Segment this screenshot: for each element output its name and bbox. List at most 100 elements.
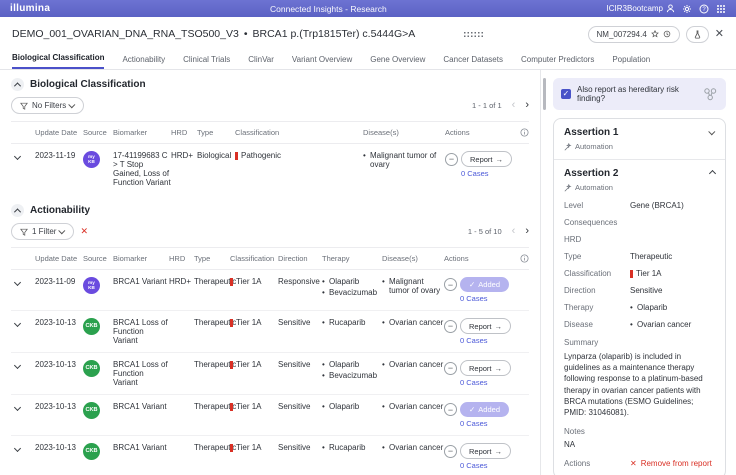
clear-filter-icon[interactable]: ✕ xyxy=(80,226,88,237)
close-icon[interactable]: ✕ xyxy=(715,29,724,40)
expand-row-button[interactable] xyxy=(15,320,22,327)
actions-label: Actions xyxy=(564,459,630,468)
report-button[interactable]: Report→ xyxy=(460,318,511,334)
automation-badge: Automation xyxy=(564,142,715,151)
table-row: 2023-10-13 CKB BRCA1 Loss of Function Va… xyxy=(11,353,529,395)
info-icon[interactable] xyxy=(520,128,529,137)
star-icon[interactable] xyxy=(651,30,659,38)
app-grid-icon[interactable] xyxy=(716,4,726,14)
tab-biological-classification[interactable]: Biological Classification xyxy=(12,53,104,69)
history-icon[interactable] xyxy=(663,30,671,38)
arrow-right-icon: → xyxy=(495,322,503,331)
expand-row-button[interactable] xyxy=(15,153,22,160)
tab-clinical-trials[interactable]: Clinical Trials xyxy=(183,55,230,69)
chevron-down-icon xyxy=(708,128,715,135)
table-row: 2023-10-13 CKB BRCA1 Loss of Function Va… xyxy=(11,311,529,353)
col-diseases: Disease(s) xyxy=(363,128,445,137)
cases-link[interactable]: 0 Cases xyxy=(460,419,514,428)
evidence-list: Biological Classification No Filters 1 -… xyxy=(0,70,541,475)
hereditary-risk-label: Also report as hereditary risk finding? xyxy=(577,85,696,103)
tab-cancer-datasets[interactable]: Cancer Datasets xyxy=(443,55,503,69)
person-icon xyxy=(666,4,675,13)
assertion-title: Assertion 1 xyxy=(564,127,618,138)
drag-handle[interactable] xyxy=(463,31,485,38)
col-direction: Direction xyxy=(278,254,322,263)
expand-row-button[interactable] xyxy=(15,404,22,411)
breadcrumb-separator: • xyxy=(244,28,248,40)
report-button[interactable]: Report→ xyxy=(460,443,511,459)
table-header: Update Date Source Biomarker HRD Type Cl… xyxy=(11,121,529,144)
cell-diseases: Malignant tumor of ovary xyxy=(363,151,445,171)
section-actionability: Actionability 1 Filter ✕ 1 - 5 of 10 ‹ › xyxy=(0,196,540,475)
prev-page-button[interactable]: ‹ xyxy=(512,100,516,111)
cases-link[interactable]: 0 Cases xyxy=(460,461,514,470)
cell-biomarker: 17-41199683 C > T Stop Gained, Loss of F… xyxy=(113,151,171,187)
actionability-filter-button[interactable]: 1 Filter xyxy=(11,223,74,240)
tab-clinvar[interactable]: ClinVar xyxy=(248,55,274,69)
assertions-panel: ✓ Also report as hereditary risk finding… xyxy=(541,70,736,475)
cases-link[interactable]: 0 Cases xyxy=(460,294,514,303)
cases-link[interactable]: 0 Cases xyxy=(461,169,515,178)
cell-type: Biological xyxy=(197,151,235,160)
dismiss-button[interactable]: − xyxy=(444,362,457,375)
remove-from-report-link[interactable]: ✕ Remove from report xyxy=(630,459,712,468)
hereditary-risk-checkbox[interactable]: ✓ xyxy=(561,89,571,99)
table-row: 2023-10-13 CKB BRCA1 Variant Therapeutic… xyxy=(11,395,529,436)
dismiss-button[interactable]: − xyxy=(445,153,458,166)
panel-scrollbar[interactable] xyxy=(543,78,546,110)
tab-computer-predictors[interactable]: Computer Predictors xyxy=(521,55,594,69)
collapse-biological-button[interactable] xyxy=(11,78,24,91)
assertion-1: Assertion 1 Automation xyxy=(554,119,725,159)
tab-variant-overview[interactable]: Variant Overview xyxy=(292,55,352,69)
user-menu[interactable]: ICIR3Bootcamp xyxy=(607,4,675,13)
settings-gear-icon[interactable] xyxy=(682,4,692,14)
prev-page-button[interactable]: ‹ xyxy=(512,226,516,237)
next-page-button[interactable]: › xyxy=(525,226,529,237)
table-header: Update Date Source Biomarker HRD Type Cl… xyxy=(11,247,529,270)
cases-link[interactable]: 0 Cases xyxy=(460,378,514,387)
flask-icon xyxy=(693,30,702,39)
user-name: ICIR3Bootcamp xyxy=(607,4,663,13)
field-classification: Tier 1A xyxy=(630,269,662,278)
close-icon: ✕ xyxy=(630,459,637,468)
expand-row-button[interactable] xyxy=(15,445,22,452)
collapse-actionability-button[interactable] xyxy=(11,204,24,217)
help-icon[interactable]: ? xyxy=(699,4,709,14)
transcript-pill[interactable]: NM_007294.4 xyxy=(588,26,680,43)
report-button[interactable]: Report→ xyxy=(460,360,511,376)
classification-bar xyxy=(235,152,238,160)
tab-actionability[interactable]: Actionability xyxy=(122,55,165,69)
assertion-1-header[interactable]: Assertion 1 xyxy=(564,127,715,138)
added-button[interactable]: ✓Added xyxy=(460,277,509,292)
transcript-label: NM_007294.4 xyxy=(597,30,647,39)
dismiss-button[interactable]: − xyxy=(444,278,457,291)
tab-population[interactable]: Population xyxy=(612,55,650,69)
classification-bar xyxy=(230,278,233,286)
dismiss-button[interactable]: − xyxy=(444,403,457,416)
check-icon: ✓ xyxy=(469,280,475,289)
cell-hrd: HRD+ xyxy=(171,151,197,160)
dismiss-button[interactable]: − xyxy=(444,320,457,333)
col-hrd: HRD xyxy=(171,128,197,137)
biological-filter-button[interactable]: No Filters xyxy=(11,97,84,114)
dismiss-button[interactable]: − xyxy=(444,445,457,458)
app-title: Connected Insights - Research xyxy=(50,4,606,14)
funnel-icon xyxy=(20,228,28,236)
expand-row-button[interactable] xyxy=(15,279,22,286)
tab-gene-overview[interactable]: Gene Overview xyxy=(370,55,425,69)
section-title: Biological Classification xyxy=(30,79,146,90)
report-button[interactable]: Report→ xyxy=(461,151,512,167)
pedigree-icon xyxy=(702,87,718,102)
lab-tools-button[interactable] xyxy=(686,26,709,43)
assertion-2-header[interactable]: Assertion 2 xyxy=(564,168,715,179)
cases-link[interactable]: 0 Cases xyxy=(460,336,514,345)
info-icon[interactable] xyxy=(520,254,529,263)
expand-row-button[interactable] xyxy=(15,362,22,369)
next-page-button[interactable]: › xyxy=(525,100,529,111)
section-biological-classification: Biological Classification No Filters 1 -… xyxy=(0,70,540,196)
chevron-down-icon xyxy=(68,101,75,108)
table-row: 2023-10-13 CKB BRCA1 Variant Therapeutic… xyxy=(11,436,529,475)
source-mykb-badge: myKB xyxy=(83,277,100,294)
added-button[interactable]: ✓Added xyxy=(460,402,509,417)
source-ckb-badge: CKB xyxy=(83,443,100,460)
